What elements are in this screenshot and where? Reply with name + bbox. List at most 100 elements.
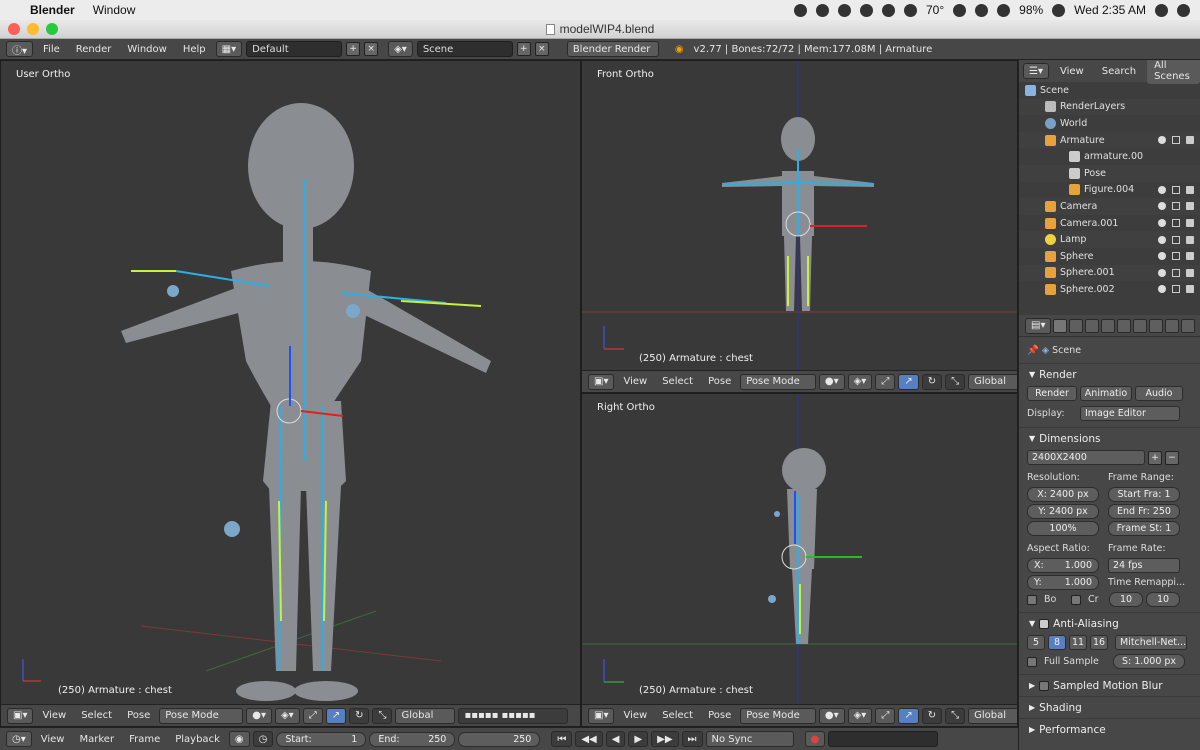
outliner-item-armature[interactable]: Armature (1019, 131, 1200, 149)
record-icon[interactable]: ● (804, 731, 826, 747)
menu-view[interactable]: View (617, 376, 653, 387)
translate-manipulator-icon[interactable]: ↗ (898, 707, 919, 724)
menu-help[interactable]: Help (177, 44, 212, 55)
render-preset-select[interactable]: 2400X2400 (1027, 450, 1145, 465)
render-engine-select[interactable]: Blender Render (566, 41, 659, 57)
selectable-cursor-icon[interactable] (1172, 268, 1180, 277)
resolution-percent-field[interactable]: 100% (1027, 521, 1099, 536)
scene-field[interactable]: Scene (416, 41, 513, 57)
rotate-manipulator-icon[interactable]: ↻ (349, 707, 370, 724)
transform-orientation-select[interactable]: Global (968, 373, 1017, 390)
rotate-manipulator-icon[interactable]: ↻ (921, 707, 943, 724)
frame-step-field[interactable]: Frame St: 1 (1108, 521, 1180, 536)
outliner-item-pose[interactable]: Pose (1019, 164, 1200, 182)
outliner-item-sphere001[interactable]: Sphere.001 (1019, 264, 1200, 282)
editor-type-3dview-button[interactable]: ▣▾ (588, 707, 615, 724)
mode-select[interactable]: Pose Mode (159, 707, 244, 724)
shading-panel-header[interactable]: ▶ Shading (1019, 696, 1200, 718)
aa-samples-16[interactable]: 16 (1090, 635, 1108, 650)
selectable-cursor-icon[interactable] (1172, 185, 1180, 194)
lastpass-icon[interactable] (837, 3, 851, 17)
visibility-eye-icon[interactable] (1158, 136, 1166, 145)
resolution-y-field[interactable]: Y: 2400 px (1027, 504, 1099, 519)
aa-samples-11[interactable]: 11 (1069, 635, 1087, 650)
scene-tab-icon[interactable] (1085, 318, 1100, 333)
outliner-item-camera001[interactable]: Camera.001 (1019, 215, 1200, 232)
evernote-icon[interactable] (881, 3, 895, 17)
viewport-shading-button[interactable]: ●▾ (818, 707, 845, 724)
selectable-cursor-icon[interactable] (1172, 136, 1180, 145)
render-camera-icon[interactable] (1186, 252, 1194, 261)
play-reverse-icon[interactable]: ◀ (605, 731, 626, 747)
object-tab-icon[interactable] (1117, 318, 1132, 333)
outliner-item-scene[interactable]: Scene (1019, 82, 1200, 99)
manipulator-toggle-icon[interactable]: ⤢ (875, 373, 896, 390)
frame-end-field[interactable]: End Fr: 250 (1108, 504, 1180, 519)
selectable-cursor-icon[interactable] (1172, 219, 1180, 228)
aspect-x-field[interactable]: X: 1.000 (1027, 558, 1099, 573)
battery-percent[interactable]: 98% (1019, 3, 1043, 17)
render-still-button[interactable]: Render (1027, 386, 1077, 401)
prev-keyframe-icon[interactable]: ◀◀ (575, 731, 603, 747)
menu-render[interactable]: Render (70, 44, 118, 55)
visibility-eye-icon[interactable] (1158, 268, 1166, 277)
render-audio-button[interactable]: Audio (1135, 386, 1183, 401)
outliner-item-lamp[interactable]: Lamp (1019, 231, 1200, 248)
outliner-item-renderlayers[interactable]: RenderLayers (1019, 98, 1200, 116)
viewport-user-ortho[interactable]: User Ortho (250) Armature : chest ▣▾ Vie… (0, 60, 581, 727)
scale-manipulator-icon[interactable]: ⤡ (945, 707, 966, 724)
end-frame-field[interactable]: End: 250 (369, 731, 456, 747)
layer-buttons[interactable]: ▪▪▪▪▪ ▪▪▪▪▪ (458, 707, 569, 724)
menu-pose[interactable]: Pose (702, 710, 737, 721)
remove-layout-icon[interactable]: × (364, 42, 379, 56)
remove-preset-icon[interactable]: − (1165, 450, 1179, 465)
lock-icon[interactable] (953, 3, 967, 17)
next-keyframe-icon[interactable]: ▶▶ (651, 731, 679, 747)
sync-mode-select[interactable]: No Sync (705, 731, 794, 747)
selectable-cursor-icon[interactable] (1172, 202, 1180, 211)
anti-aliasing-checkbox[interactable] (1039, 618, 1050, 629)
menu-select[interactable]: Select (656, 376, 699, 387)
viewport-shading-button[interactable]: ●▾ (818, 373, 845, 390)
editor-type-3dview-button[interactable]: ▣▾ (588, 373, 615, 390)
scale-manipulator-icon[interactable]: ⤡ (372, 707, 393, 724)
frame-start-field[interactable]: Start Fra: 1 (1108, 487, 1180, 502)
jump-end-icon[interactable]: ⏭ (681, 731, 703, 747)
outliner-item-figure[interactable]: Figure.004 (1019, 182, 1200, 199)
minimize-window-button[interactable] (27, 23, 39, 35)
aspect-y-field[interactable]: Y: 1.000 (1027, 575, 1099, 590)
remove-scene-icon[interactable]: × (534, 42, 549, 56)
flag-icon[interactable] (1052, 3, 1066, 17)
start-frame-field[interactable]: Start: 1 (276, 731, 367, 747)
search-icon[interactable] (1155, 3, 1168, 17)
outliner-item-camera[interactable]: Camera (1019, 198, 1200, 215)
visibility-eye-icon[interactable] (1158, 185, 1166, 194)
scale-manipulator-icon[interactable]: ⤡ (945, 373, 966, 390)
menu-view[interactable]: View (617, 710, 653, 721)
menu-select[interactable]: Select (656, 710, 699, 721)
play-icon[interactable]: ▶ (628, 731, 649, 747)
full-sample-checkbox[interactable] (1027, 656, 1037, 667)
render-camera-icon[interactable] (1186, 235, 1194, 244)
editor-type-info-button[interactable]: ⓘ▾ (6, 41, 34, 57)
selectable-cursor-icon[interactable] (1172, 235, 1180, 244)
manipulator-toggle-icon[interactable]: ⤢ (302, 707, 323, 724)
preview-range-icon[interactable]: ◉ (228, 731, 250, 747)
manipulator-toggle-icon[interactable]: ⤢ (875, 707, 896, 724)
selectable-cursor-icon[interactable] (1172, 285, 1180, 294)
visibility-eye-icon[interactable] (1158, 252, 1166, 261)
viewport-shading-button[interactable]: ●▾ (246, 707, 272, 724)
editor-type-timeline-button[interactable]: ◷▾ (6, 731, 32, 747)
motion-blur-checkbox[interactable] (1039, 680, 1050, 691)
menu-select[interactable]: Select (75, 710, 118, 721)
menu-marker[interactable]: Marker (73, 734, 120, 745)
menu-window[interactable]: Window (121, 44, 172, 55)
sync-icon[interactable] (859, 3, 873, 17)
mode-select[interactable]: Pose Mode (740, 707, 816, 724)
frame-rate-select[interactable]: 24 fps (1108, 558, 1180, 573)
editor-type-3dview-button[interactable]: ▣▾ (7, 707, 34, 724)
constraints-tab-icon[interactable] (1133, 318, 1148, 333)
visibility-eye-icon[interactable] (1158, 235, 1166, 244)
resolution-x-field[interactable]: X: 2400 px (1027, 487, 1099, 502)
render-camera-icon[interactable] (1186, 268, 1194, 277)
